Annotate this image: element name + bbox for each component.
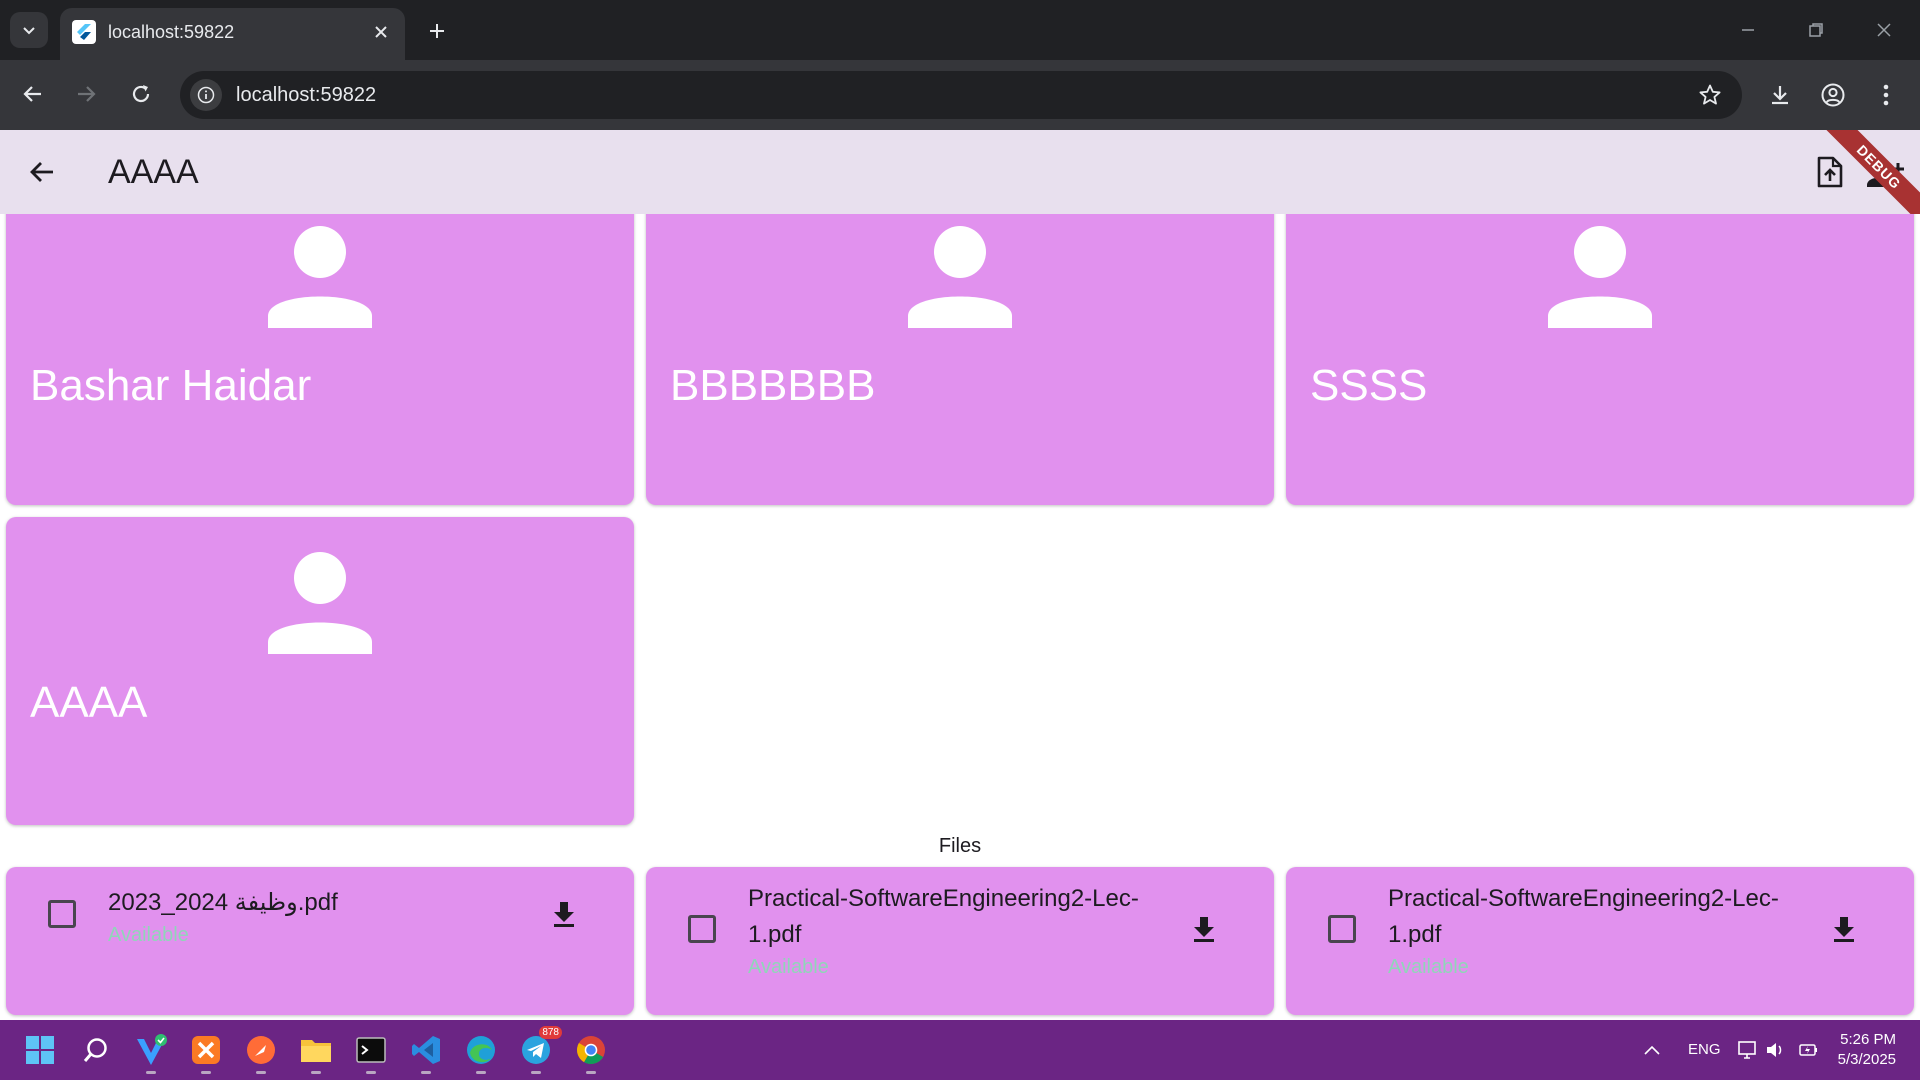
files-heading: Files (938, 835, 982, 857)
running-indicator (586, 1071, 596, 1074)
file-select-checkbox[interactable] (688, 915, 716, 943)
clock-date: 5/3/2025 (1837, 1051, 1896, 1068)
download-icon (1772, 86, 1788, 105)
upload-file-button[interactable] (1810, 152, 1850, 192)
site-info-icon[interactable] (190, 79, 222, 111)
postman-icon[interactable] (241, 1030, 281, 1074)
more-vert-icon (1883, 84, 1889, 106)
running-indicator (366, 1071, 376, 1074)
upload-file-icon (1817, 156, 1843, 188)
vscode-icon[interactable] (406, 1030, 446, 1074)
running-indicator (421, 1071, 431, 1074)
restore-window-button[interactable] (1796, 10, 1836, 50)
file-card[interactable]: 2023_2024 وظيفة.pdf Available (6, 867, 634, 1015)
search-icon[interactable] (76, 1030, 116, 1070)
battery-icon[interactable] (1789, 1030, 1829, 1070)
downloads-button[interactable] (1760, 75, 1800, 115)
close-icon (1877, 23, 1891, 37)
running-indicator (531, 1071, 541, 1074)
member-name: BBBBBBB (670, 361, 876, 410)
system-clock[interactable]: 5:26 PM 5/3/2025 (1838, 1030, 1896, 1070)
member-name: SSSS (1310, 361, 1428, 410)
download-icon (1834, 917, 1854, 942)
file-status: Available (1388, 956, 1469, 978)
file-select-checkbox[interactable] (48, 900, 76, 928)
taskbar: 878 ENG 5:26 PM 5/3/2025 (0, 1020, 1920, 1080)
clock-time: 5:26 PM (1840, 1031, 1896, 1048)
browser-menu-button[interactable] (1866, 75, 1906, 115)
file-card[interactable]: Practical-SoftwareEngineering2-Lec-1.pdf… (1286, 867, 1914, 1015)
download-icon (1194, 917, 1214, 942)
person-icon (908, 226, 1012, 328)
close-window-button[interactable] (1864, 10, 1904, 50)
browser-tab[interactable]: localhost:59822 (60, 8, 405, 60)
arrow-back-icon (30, 162, 53, 182)
member-card[interactable]: Bashar Haidar (6, 214, 634, 505)
url-text: localhost:59822 (236, 84, 377, 106)
member-card[interactable]: SSSS (1286, 214, 1914, 505)
chevron-down-icon (23, 27, 35, 35)
input-language[interactable]: ENG (1688, 1041, 1721, 1059)
minimize-icon (1742, 29, 1754, 31)
browser-toolbar: localhost:59822 (0, 60, 1920, 130)
running-indicator (476, 1071, 486, 1074)
member-name: AAAA (30, 678, 148, 727)
terminal-icon[interactable] (351, 1030, 391, 1074)
browser-tab-bar: localhost:59822 (0, 0, 1920, 60)
member-name: Bashar Haidar (30, 361, 312, 410)
download-icon (554, 902, 574, 927)
running-indicator (146, 1071, 156, 1074)
app-back-button[interactable] (22, 152, 62, 192)
file-select-checkbox[interactable] (1328, 915, 1356, 943)
screen: localhost:59822 localhost:59822 AAAA DEB… (0, 0, 1920, 1080)
page-title: AAAA (108, 153, 199, 191)
file-status: Available (108, 924, 189, 946)
member-card[interactable]: AAAA (6, 517, 634, 825)
minimize-window-button[interactable] (1728, 10, 1768, 50)
windows-start-icon[interactable] (20, 1030, 60, 1070)
restore-icon (1809, 23, 1823, 37)
reload-icon (132, 85, 150, 103)
new-tab-button[interactable] (420, 14, 454, 48)
tab-title: localhost:59822 (108, 22, 235, 42)
telegram-icon[interactable]: 878 (516, 1026, 562, 1074)
show-hidden-icons-chevron-up-icon[interactable] (1632, 1030, 1672, 1070)
back-button[interactable] (13, 74, 53, 114)
person-icon (268, 226, 372, 328)
file-name: Practical-SoftwareEngineering2-Lec-1.pdf (1388, 885, 1779, 948)
file-explorer-icon[interactable] (296, 1030, 336, 1074)
app-bar: AAAA DEBUG (0, 130, 1920, 214)
arrow-right-icon (78, 86, 96, 102)
close-tab-icon[interactable] (371, 22, 391, 42)
vpn-app-icon[interactable] (131, 1030, 171, 1074)
tab-search-button[interactable] (10, 12, 48, 48)
running-indicator (256, 1071, 266, 1074)
group-content: Bashar Haidar BBBBBBB SSSS AAAA Files 20… (0, 214, 1920, 1020)
edge-icon[interactable] (461, 1030, 501, 1074)
xampp-icon[interactable] (186, 1030, 226, 1074)
download-file-button[interactable] (544, 894, 584, 934)
file-status: Available (748, 956, 829, 978)
account-circle-icon (1821, 83, 1845, 107)
person-icon (268, 552, 372, 654)
member-card[interactable]: BBBBBBB (646, 214, 1274, 505)
file-name: Practical-SoftwareEngineering2-Lec-1.pdf (748, 885, 1139, 948)
chrome-icon[interactable] (571, 1030, 611, 1074)
address-bar[interactable]: localhost:59822 (180, 71, 1742, 119)
reload-button[interactable] (121, 74, 161, 114)
download-file-button[interactable] (1184, 909, 1224, 949)
file-card[interactable]: Practical-SoftwareEngineering2-Lec-1.pdf… (646, 867, 1274, 1015)
running-indicator (311, 1071, 321, 1074)
notification-badge: 878 (539, 1026, 562, 1039)
flutter-icon (72, 20, 96, 44)
arrow-left-icon (23, 86, 41, 102)
running-indicator (201, 1071, 211, 1074)
bookmark-star-icon[interactable] (1696, 81, 1724, 109)
file-name: 2023_2024 وظيفة.pdf (108, 889, 338, 916)
person-icon (1548, 226, 1652, 328)
download-file-button[interactable] (1824, 909, 1864, 949)
profile-button[interactable] (1813, 75, 1853, 115)
forward-button[interactable] (66, 74, 106, 114)
plus-icon (430, 24, 444, 38)
